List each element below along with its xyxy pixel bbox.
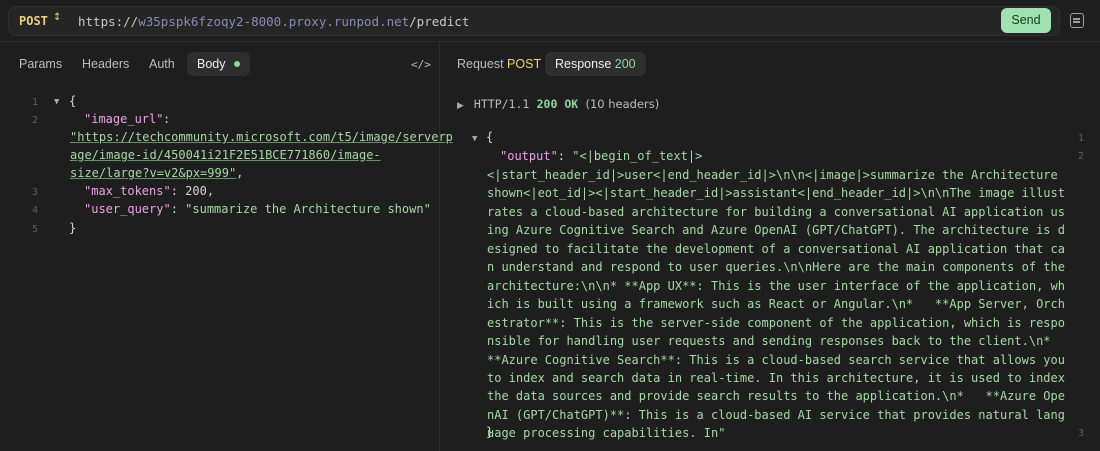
json-key-output: "output" [500,149,558,163]
image-url-value-line1: "https://techcommunity.microsoft.com/t5/… [70,130,453,144]
request-bar: POST ↕ https://w35pspk6fzoqy2-8000.proxy… [0,0,1100,42]
url-host: w35pspk6fzoqy2-8000.proxy.runpod.net [138,14,410,29]
url-path: /predict [409,14,470,29]
tab-body-label: Body [197,57,226,71]
json-user-query-line: "user_query": "summarize the Architectur… [84,202,431,216]
line-number: 3 [1077,428,1084,439]
image-url-value-line3-text: size/large?v=v2&px=999" [70,166,237,180]
request-tabs: Params Headers Auth Body </> [0,42,439,84]
line-number: 1 [31,97,38,108]
body-status-dot-icon [233,60,240,67]
fold-chevron-icon[interactable]: ▼ [472,134,477,144]
user-query-value: "summarize the Architecture shown" [185,202,431,216]
json-key-user-query: "user_query" [84,202,171,216]
headers-count: (10 headers) [585,97,660,111]
line-number: 4 [31,205,38,216]
http-status: 200 OK [536,97,579,111]
image-url-value-line3: size/large?v=v2&px=999", [70,166,244,180]
json-key-image-url: "image_url" [84,112,164,126]
json-key-max-tokens: "max_tokens" [84,184,171,198]
method-chevron-icon[interactable]: ↕ [53,12,61,23]
response-open-brace: { [486,130,494,144]
line-number: 1 [1077,133,1084,144]
request-pane: Params Headers Auth Body </> 1 ▼ { 2 "im… [0,42,453,451]
method-select[interactable]: POST [19,14,48,28]
tab-auth[interactable]: Auth [149,52,175,76]
max-tokens-value: 200 [185,184,207,198]
send-button[interactable]: Send [1001,8,1051,33]
tab-response-status: 200 [614,57,636,71]
tab-response[interactable]: Response 200 [545,52,646,76]
tab-request-label: Request [457,57,504,71]
line-number: 3 [31,187,38,198]
json-max-tokens-line: "max_tokens": 200, [84,184,215,198]
code-view-icon[interactable]: </> [411,58,431,71]
json-open-brace: { [69,94,77,108]
tab-request-method: POST [507,57,542,71]
tab-params[interactable]: Params [19,52,62,76]
expand-chevron-icon[interactable]: ▶ [457,101,464,111]
url-scheme: https:// [78,14,139,29]
line-number: 2 [31,115,38,126]
output-value-text: <|start_header_id|>user<|end_header_id|>… [487,168,1073,441]
history-icon[interactable] [1070,13,1084,28]
line-number: 5 [31,224,38,235]
json-colon: : [163,112,171,126]
tab-response-label: Response [555,57,612,71]
http-status-line[interactable]: ▶ HTTP/1.1 200 OK (10 headers) [457,97,659,111]
url-text[interactable]: https://w35pspk6fzoqy2-8000.proxy.runpod… [78,14,469,29]
line-number: 2 [1077,151,1084,162]
tab-headers[interactable]: Headers [82,52,129,76]
response-pane: Request POST Response 200 ▶ HTTP/1.1 200 … [441,42,1100,451]
response-output-line: "output": "<|begin_of_text|> [500,149,703,163]
tab-request[interactable]: Request POST [457,52,541,76]
response-close-brace: } [486,425,494,439]
fold-chevron-icon[interactable]: ▼ [54,97,59,107]
image-url-value-line2: age/image-id/450041i21F2E51BCE771860/ima… [70,148,381,162]
tab-body[interactable]: Body [187,52,250,76]
json-close-brace: } [69,221,77,235]
http-protocol: HTTP/1.1 [473,97,530,111]
url-input[interactable]: POST ↕ https://w35pspk6fzoqy2-8000.proxy… [8,6,1060,36]
output-value-start: "<|begin_of_text|> [572,149,703,163]
